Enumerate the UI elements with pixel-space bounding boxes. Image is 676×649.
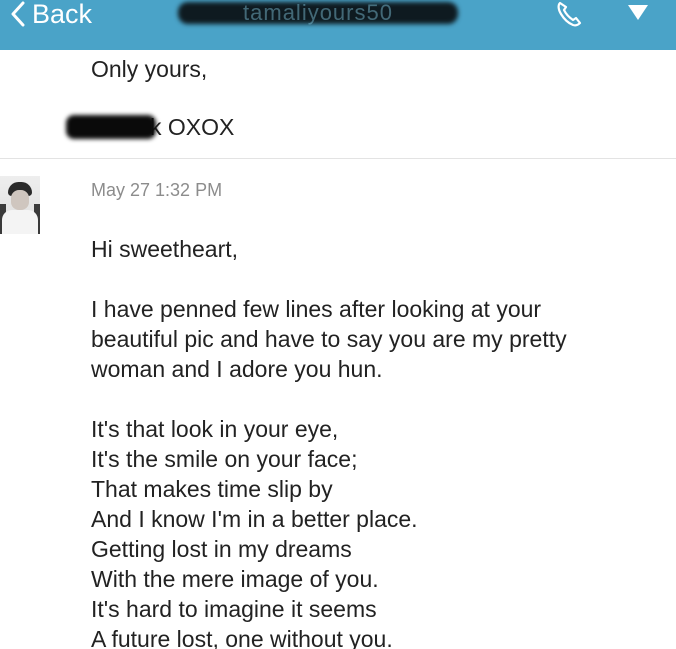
sender-avatar[interactable] (0, 176, 40, 234)
options-menu-button[interactable] (623, 0, 653, 28)
message-line: I have penned few lines after looking at… (91, 296, 542, 322)
back-label: Back (32, 0, 93, 29)
top-navigation-bar: Back tamaliyours50 (0, 0, 676, 50)
conversation-title-redacted: tamaliyours50 (178, 0, 458, 26)
back-button[interactable]: Back (10, 0, 92, 28)
message-line: A future lost, one without you. (91, 626, 393, 649)
message-line: That makes time slip by (91, 476, 333, 502)
message-line: beautiful pic and have to say you are my… (91, 326, 567, 352)
message-line: It's hard to imagine it seems (91, 596, 377, 622)
conversation-screen: Back tamaliyours50 Only yours, k OXOX Ma… (0, 0, 676, 649)
chevron-left-icon (11, 1, 25, 27)
triangle-down-icon (628, 5, 648, 20)
message-line: With the mere image of you. (91, 566, 379, 592)
message-line: Getting lost in my dreams (91, 536, 352, 562)
redacted-name (66, 115, 156, 139)
message-timestamp: May 27 1:32 PM (91, 180, 223, 200)
signoff-text: k OXOX (150, 113, 235, 140)
previous-message-closing: Only yours, (91, 56, 208, 82)
call-button[interactable] (553, 0, 583, 28)
message-line: It's that look in your eye, (91, 416, 339, 442)
message-line: woman and I adore you hun. (91, 356, 383, 382)
previous-message-signoff: k OXOX (66, 112, 234, 142)
redacted-username: tamaliyours50 (243, 0, 393, 25)
phone-icon (557, 1, 582, 27)
message-line: It's the smile on your face; (91, 446, 358, 472)
message-divider (0, 158, 676, 159)
message-line: And I know I'm in a better place. (91, 506, 418, 532)
message-line: Hi sweetheart, (91, 236, 239, 262)
